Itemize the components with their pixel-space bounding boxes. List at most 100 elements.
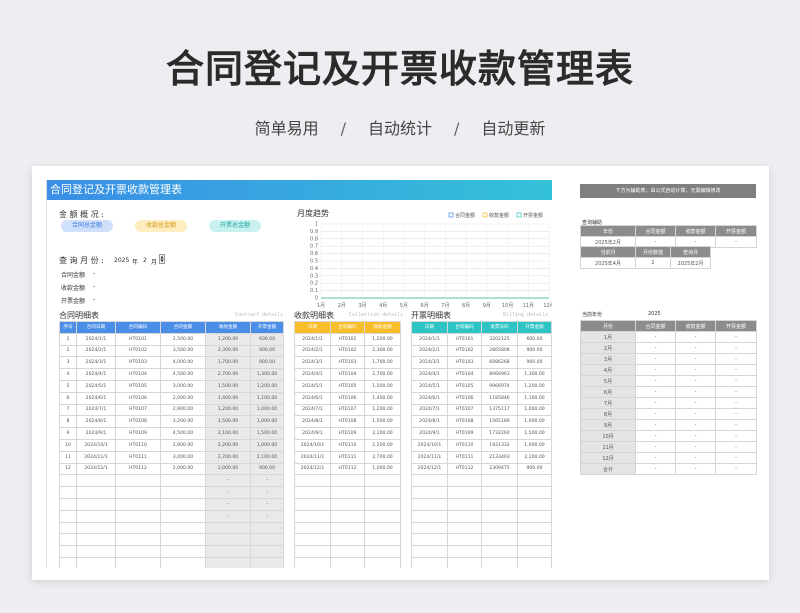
table-cell[interactable] xyxy=(115,545,161,558)
table-cell[interactable]: 2,200.00 xyxy=(205,438,251,452)
table-cell[interactable] xyxy=(115,486,161,499)
table-cell[interactable]: 2024/4/1 xyxy=(76,368,116,381)
table-cell[interactable]: 2024/8/1 xyxy=(411,415,448,429)
table-cell[interactable]: 2,700.00 xyxy=(205,368,251,381)
table-cell[interactable]: 2,000.00 xyxy=(160,391,206,405)
table-cell[interactable]: 2024/3/1 xyxy=(411,356,448,370)
table-cell[interactable]: 2,700.00 xyxy=(364,450,401,464)
table-cell[interactable] xyxy=(294,497,331,511)
table-cell[interactable]: 2,700.00 xyxy=(205,450,251,464)
table-cell[interactable] xyxy=(330,521,365,535)
table-cell[interactable] xyxy=(364,497,401,511)
table-cell[interactable] xyxy=(59,497,77,511)
table-cell[interactable]: 2024/4/1 xyxy=(411,368,448,381)
table-cell[interactable]: - xyxy=(205,509,251,523)
table-cell[interactable]: - xyxy=(250,474,284,488)
table-cell[interactable]: HT0111 xyxy=(115,450,161,464)
table-cell[interactable]: HT0106 xyxy=(330,391,365,405)
table-cell[interactable] xyxy=(447,497,482,511)
table-cell[interactable] xyxy=(160,556,206,568)
table-cell[interactable]: 1,200.00 xyxy=(205,403,251,417)
table-cell[interactable] xyxy=(59,545,77,558)
month-spinner[interactable]: ▲ ▼ xyxy=(159,254,165,264)
table-cell[interactable]: HT0108 xyxy=(330,415,365,429)
table-cell[interactable] xyxy=(411,509,448,523)
table-cell[interactable] xyxy=(447,521,482,535)
table-cell[interactable] xyxy=(330,497,365,511)
table-cell[interactable] xyxy=(411,521,448,535)
table-cell[interactable]: HT0104 xyxy=(115,368,161,381)
table-cell[interactable] xyxy=(250,521,284,535)
table-cell[interactable]: 3202125 xyxy=(481,332,518,346)
table-cell[interactable]: HT0106 xyxy=(447,391,482,405)
table-cell[interactable]: 4 xyxy=(59,368,77,381)
table-cell[interactable]: HT0102 xyxy=(115,344,161,358)
table-cell[interactable]: 2024/7/1 xyxy=(76,403,116,417)
column-header[interactable]: 发票号码 xyxy=(481,321,518,334)
spinner-down-icon[interactable]: ▼ xyxy=(160,259,164,263)
table-cell[interactable]: HT0112 xyxy=(330,462,365,476)
table-cell[interactable]: 2024/12/1 xyxy=(294,462,331,476)
table-cell[interactable]: 6 xyxy=(59,391,77,405)
table-cell[interactable]: 5 xyxy=(59,379,77,393)
table-cell[interactable] xyxy=(517,556,552,568)
table-cell[interactable]: HT0107 xyxy=(447,403,482,417)
table-cell[interactable]: - xyxy=(205,474,251,488)
table-cell[interactable] xyxy=(447,556,482,568)
table-cell[interactable] xyxy=(481,509,518,523)
table-cell[interactable] xyxy=(205,556,251,568)
table-cell[interactable]: 1185846 xyxy=(481,391,518,405)
column-header[interactable]: 日期 xyxy=(294,321,331,334)
table-cell[interactable]: 1921332 xyxy=(481,438,518,452)
table-cell[interactable]: 1,400.00 xyxy=(364,391,401,405)
table-cell[interactable] xyxy=(115,521,161,535)
table-cell[interactable]: 1,500.00 xyxy=(364,379,401,393)
table-cell[interactable]: 600.00 xyxy=(517,332,552,346)
table-cell[interactable] xyxy=(364,545,401,558)
table-cell[interactable]: 1 xyxy=(59,332,77,346)
table-cell[interactable]: 2665808 xyxy=(481,344,518,358)
column-header[interactable]: 收款金额 xyxy=(205,321,251,334)
table-cell[interactable]: 4,500.00 xyxy=(160,427,206,440)
table-cell[interactable]: 1,000.00 xyxy=(205,462,251,476)
table-cell[interactable] xyxy=(115,533,161,547)
table-cell[interactable] xyxy=(517,545,552,558)
table-cell[interactable] xyxy=(115,556,161,568)
table-cell[interactable]: 2024/6/1 xyxy=(411,391,448,405)
table-cell[interactable]: 2,200.00 xyxy=(364,438,401,452)
table-cell[interactable] xyxy=(160,521,206,535)
table-cell[interactable] xyxy=(330,533,365,547)
table-cell[interactable] xyxy=(294,556,331,568)
table-cell[interactable] xyxy=(160,497,206,511)
table-cell[interactable] xyxy=(517,509,552,523)
table-cell[interactable]: 2024/5/1 xyxy=(411,379,448,393)
table-cell[interactable]: 2024/1/1 xyxy=(411,332,448,346)
table-cell[interactable]: 2024/11/1 xyxy=(411,450,448,464)
table-cell[interactable] xyxy=(294,474,331,488)
column-header[interactable]: 开票金额 xyxy=(517,321,552,334)
table-cell[interactable] xyxy=(294,521,331,535)
table-cell[interactable] xyxy=(59,533,77,547)
table-cell[interactable]: 1,500.00 xyxy=(364,415,401,429)
table-cell[interactable] xyxy=(294,545,331,558)
column-header[interactable]: 序号 xyxy=(59,321,77,334)
query-month[interactable]: 2 xyxy=(143,257,147,264)
table-cell[interactable] xyxy=(364,509,401,523)
table-cell[interactable] xyxy=(294,533,331,547)
table-cell[interactable] xyxy=(447,474,482,488)
table-cell[interactable] xyxy=(76,521,116,535)
table-cell[interactable]: 2024/10/1 xyxy=(76,438,116,452)
table-cell[interactable]: 2,900.00 xyxy=(160,403,206,417)
table-cell[interactable]: 6086268 xyxy=(481,356,518,370)
table-cell[interactable]: 900.00 xyxy=(250,462,284,476)
table-cell[interactable]: 9966974 xyxy=(481,379,518,393)
table-cell[interactable]: 1,000.00 xyxy=(517,415,552,429)
table-cell[interactable] xyxy=(330,556,365,568)
table-cell[interactable]: 600.00 xyxy=(250,332,284,346)
table-cell[interactable]: 2024/12/1 xyxy=(76,462,116,476)
table-cell[interactable]: 2024/1/1 xyxy=(294,332,331,346)
table-cell[interactable] xyxy=(447,533,482,547)
table-cell[interactable]: 2024/9/1 xyxy=(411,427,448,440)
column-header[interactable]: 合同日期 xyxy=(76,321,116,334)
table-cell[interactable]: 3,500.00 xyxy=(160,344,206,358)
